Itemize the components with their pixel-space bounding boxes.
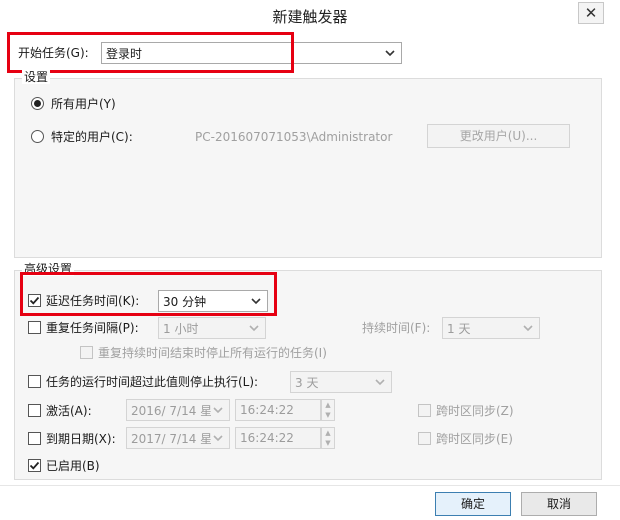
expire-sync-label: 跨时区同步(E) [436,432,513,446]
specific-user-value: PC-201607071053\Administrator [195,130,393,144]
expire-checkbox[interactable] [28,432,41,445]
spin-down-icon[interactable]: ▼ [325,411,330,419]
highlight-start-task [7,32,294,73]
chevron-down-icon [213,435,223,442]
chevron-down-icon [385,50,395,57]
enabled-label: 已启用(B) [46,459,100,473]
settings-group-title: 设置 [22,70,51,84]
activate-date-picker[interactable]: 2016/ 7/14 星期 [126,399,230,421]
activate-date-value: 2016/ 7/14 星期 [131,403,211,418]
chevron-down-icon [213,407,223,414]
expire-time-value: 16:24:22 [240,431,294,445]
specific-user-label: 特定的用户(C): [51,130,133,144]
expire-time-spinner[interactable]: ▲ ▼ [321,427,335,449]
activate-sync-checkbox[interactable] [418,404,431,417]
spin-up-icon[interactable]: ▲ [325,401,330,409]
expire-time-field[interactable]: 16:24:22 [235,427,321,449]
duration-value: 1 天 [447,321,471,336]
specific-user-radio[interactable] [31,130,44,143]
expire-date-picker[interactable]: 2017/ 7/14 星期 [126,427,230,449]
window-title: 新建触发器 [272,8,348,26]
repeat-task-checkbox[interactable] [28,321,41,334]
activate-sync-label: 跨时区同步(Z) [436,404,514,418]
activate-time-value: 16:24:22 [240,403,294,417]
change-user-button[interactable]: 更改用户(U)... [427,124,570,148]
highlight-delay-task [20,272,277,316]
stop-if-longer-checkbox[interactable] [28,375,41,388]
stop-if-longer-dropdown[interactable]: 3 天 [290,371,392,393]
enabled-checkbox[interactable] [28,459,41,472]
spin-up-icon[interactable]: ▲ [325,429,330,437]
chevron-down-icon [523,325,533,332]
activate-time-spinner[interactable]: ▲ ▼ [321,399,335,421]
duration-label: 持续时间(F): [362,321,431,335]
activate-checkbox[interactable] [28,404,41,417]
close-icon: ✕ [584,3,598,22]
stop-if-longer-label: 任务的运行时间超过此值则停止执行(L): [46,375,259,389]
ok-button[interactable]: 确定 [435,492,511,516]
checkmark-icon [29,461,40,470]
all-users-radio[interactable] [31,97,44,110]
stop-at-end-label: 重复持续时间结束时停止所有运行的任务(I) [98,346,327,360]
expire-sync-checkbox[interactable] [418,432,431,445]
activate-time-field[interactable]: 16:24:22 [235,399,321,421]
all-users-label: 所有用户(Y) [51,97,116,111]
chevron-down-icon [249,325,259,332]
expire-label: 到期日期(X): [46,432,116,446]
cancel-button[interactable]: 取消 [521,492,597,516]
chevron-down-icon [375,379,385,386]
repeat-interval-dropdown[interactable]: 1 小时 [158,317,266,339]
close-button[interactable]: ✕ [578,2,604,24]
duration-dropdown[interactable]: 1 天 [442,317,540,339]
repeat-interval-value: 1 小时 [163,321,199,336]
stop-at-end-checkbox[interactable] [80,346,93,359]
activate-label: 激活(A): [46,404,92,418]
expire-date-value: 2017/ 7/14 星期 [131,431,211,446]
repeat-task-label: 重复任务间隔(P): [46,321,139,335]
stop-if-longer-value: 3 天 [295,375,319,390]
spin-down-icon[interactable]: ▼ [325,439,330,447]
footer-divider [0,485,620,486]
